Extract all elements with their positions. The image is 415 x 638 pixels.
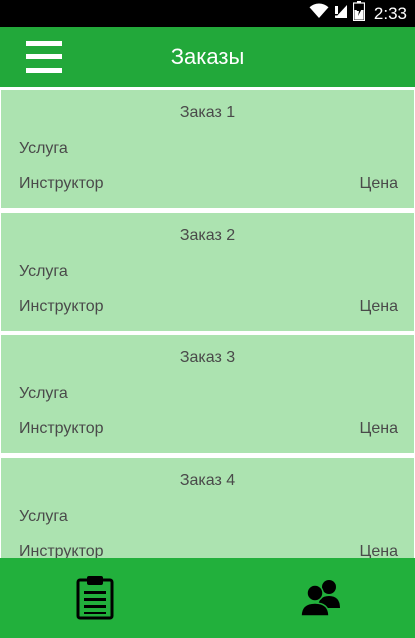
battery-icon [352, 1, 366, 26]
menu-button[interactable] [24, 39, 64, 75]
users-icon [296, 580, 346, 626]
order-price: Цена [359, 543, 398, 558]
status-icons: 2:33 [309, 0, 407, 27]
status-time: 2:33 [373, 3, 407, 23]
order-title: Заказ 1 [179, 104, 236, 121]
order-service: Услуга [19, 385, 68, 402]
app-bar: Заказы [0, 27, 415, 87]
nav-orders-button[interactable] [70, 572, 120, 622]
status-bar: 2:33 [0, 0, 415, 27]
bottom-navigation [0, 558, 415, 638]
order-price: Цена [359, 298, 398, 315]
orders-screen: 2:33 Заказы Заказ 1 Услуга Инструктор Це… [0, 0, 415, 638]
order-card-1[interactable]: Заказ 1 Услуга Инструктор Цена [1, 90, 414, 208]
order-instructor: Инструктор [19, 298, 104, 315]
order-title: Заказ 4 [179, 472, 236, 489]
order-price: Цена [359, 420, 398, 437]
order-list[interactable]: Заказ 1 Услуга Инструктор Цена Заказ 2 У… [0, 87, 415, 558]
wifi-icon [309, 3, 329, 24]
order-card-2[interactable]: Заказ 2 Услуга Инструктор Цена [1, 213, 414, 331]
order-price: Цена [359, 175, 398, 192]
order-service: Услуга [19, 263, 68, 280]
clipboard-list-icon [70, 576, 120, 626]
order-card-3[interactable]: Заказ 3 Услуга Инструктор Цена [1, 335, 414, 453]
order-instructor: Инструктор [19, 543, 104, 558]
order-card-4[interactable]: Заказ 4 Услуга Инструктор Цена [1, 458, 414, 558]
order-instructor: Инструктор [19, 420, 104, 437]
order-title: Заказ 3 [179, 349, 236, 366]
order-service: Услуга [19, 140, 68, 157]
order-title: Заказ 2 [179, 227, 236, 244]
order-service: Услуга [19, 508, 68, 525]
order-instructor: Инструктор [19, 175, 104, 192]
nav-users-button[interactable] [296, 572, 346, 622]
signal-icon [334, 3, 348, 24]
